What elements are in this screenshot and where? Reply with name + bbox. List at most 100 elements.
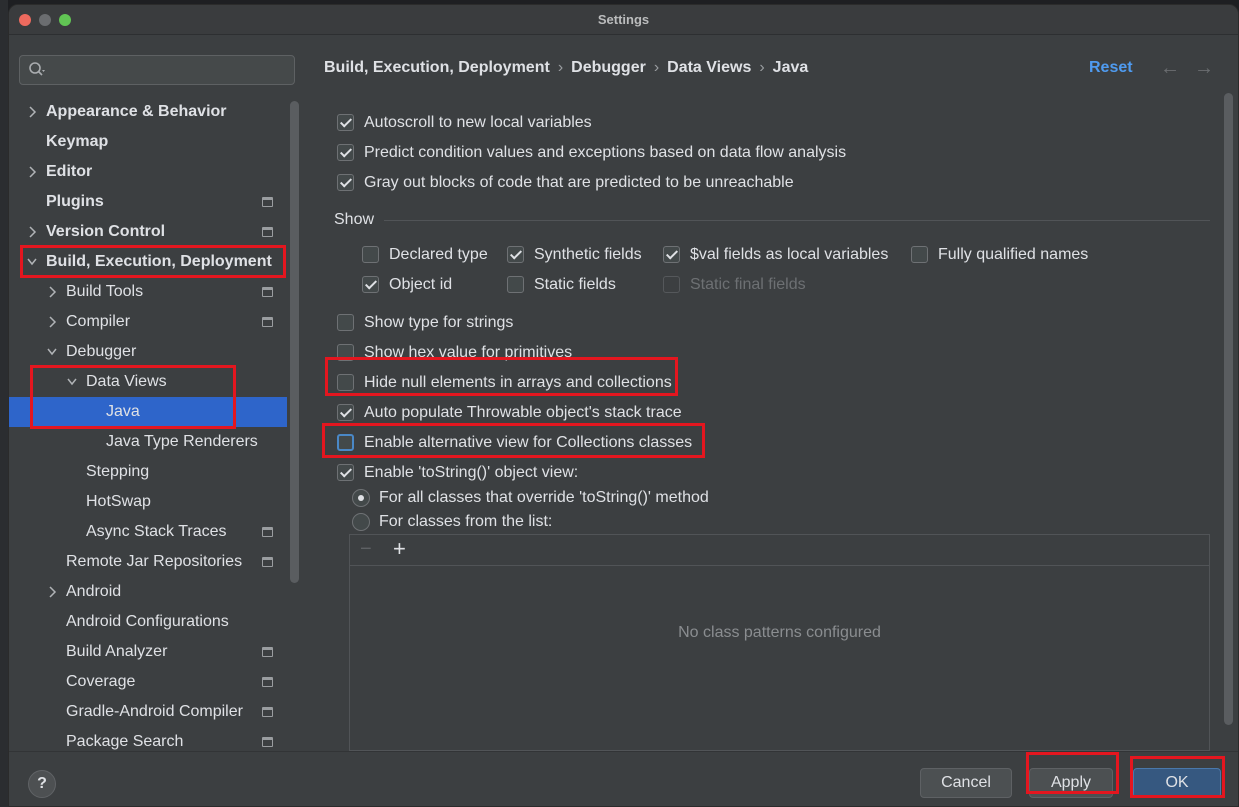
sidebar-item-build-execution-deployment[interactable]: Build, Execution, Deployment xyxy=(9,247,287,277)
checkbox-label: Static final fields xyxy=(690,276,806,293)
sidebar-item-keymap[interactable]: Keymap xyxy=(9,127,287,157)
checkbox[interactable] xyxy=(663,246,680,263)
sidebar-item-label: Build, Execution, Deployment xyxy=(46,253,272,270)
sidebar-item-java-type-renderers[interactable]: Java Type Renderers xyxy=(9,427,287,457)
sidebar-item-remote-jar-repositories[interactable]: Remote Jar Repositories xyxy=(9,547,287,577)
sidebar-item-label: Version Control xyxy=(46,223,166,240)
sidebar-item-version-control[interactable]: Version Control xyxy=(9,217,287,247)
help-button[interactable]: ? xyxy=(28,770,56,798)
add-pattern-icon[interactable]: + xyxy=(393,536,406,562)
sidebar-item-stepping[interactable]: Stepping xyxy=(9,457,287,487)
checkbox-label: Declared type xyxy=(389,246,488,263)
breadcrumb: Build, Execution, Deployment › Debugger › Da… xyxy=(324,59,808,77)
checkbox[interactable] xyxy=(362,276,379,293)
chevron-down-icon[interactable] xyxy=(25,247,39,277)
search-icon xyxy=(29,62,45,76)
sidebar-item-plugins[interactable]: Plugins xyxy=(9,187,287,217)
sidebar-item-label: Java Type Renderers xyxy=(106,433,258,450)
sidebar-item-label: Editor xyxy=(46,163,93,180)
back-arrow-icon[interactable]: ← xyxy=(1160,57,1180,80)
chevron-down-icon[interactable] xyxy=(65,367,79,397)
chevron-right-icon[interactable] xyxy=(45,577,59,607)
sidebar-item-package-search[interactable]: Package Search xyxy=(9,727,287,751)
sidebar-item-debugger[interactable]: Debugger xyxy=(9,337,287,367)
search-input[interactable] xyxy=(19,55,295,85)
project-level-icon xyxy=(262,317,273,327)
checkbox[interactable] xyxy=(663,276,680,293)
cancel-button[interactable]: Cancel xyxy=(920,768,1012,798)
settings-content: Build, Execution, Deployment › Debugger › Da… xyxy=(306,35,1238,751)
sidebar-item-label: HotSwap xyxy=(86,493,151,510)
breadcrumb-separator-icon: › xyxy=(759,59,765,76)
title-bar: Settings xyxy=(9,5,1238,35)
sidebar-item-async-stack-traces[interactable]: Async Stack Traces xyxy=(9,517,287,547)
sidebar-item-label: Android xyxy=(66,583,122,600)
sidebar-item-android-configurations[interactable]: Android Configurations xyxy=(9,607,287,637)
checkbox[interactable] xyxy=(337,114,354,131)
sidebar-item-editor[interactable]: Editor xyxy=(9,157,287,187)
checkbox[interactable] xyxy=(362,246,379,263)
checkbox-label: Gray out blocks of code that are predict… xyxy=(364,174,794,191)
checkbox[interactable] xyxy=(337,464,354,481)
breadcrumb-item[interactable]: Data Views xyxy=(667,59,751,76)
class-patterns-list[interactable]: − + No class patterns configured xyxy=(349,534,1210,751)
checkbox-label: Fully qualified names xyxy=(938,246,1089,263)
checkbox[interactable] xyxy=(911,246,928,263)
radio-button[interactable] xyxy=(352,489,370,507)
checkbox-label: Predict condition values and exceptions … xyxy=(364,144,847,161)
checkbox[interactable] xyxy=(337,144,354,161)
chevron-down-icon[interactable] xyxy=(45,337,59,367)
settings-sidebar: Appearance & Behavior Keymap Editor Plugins… xyxy=(9,35,306,751)
checkbox[interactable] xyxy=(337,344,354,361)
breadcrumb-separator-icon: › xyxy=(557,59,564,76)
checkbox[interactable] xyxy=(507,246,524,263)
show-section-title: Show xyxy=(334,211,375,228)
radio-button[interactable] xyxy=(352,513,370,531)
sidebar-item-label: Plugins xyxy=(46,193,104,210)
sidebar-item-hotswap[interactable]: HotSwap xyxy=(9,487,287,517)
section-divider xyxy=(384,220,1210,221)
checkbox-label: Enable 'toString()' object view: xyxy=(364,464,579,481)
empty-list-message: No class patterns configured xyxy=(678,624,881,641)
sidebar-item-gradle-android-compiler[interactable]: Gradle-Android Compiler xyxy=(9,697,287,727)
content-scrollbar[interactable] xyxy=(1224,93,1233,725)
sidebar-scrollbar[interactable] xyxy=(290,101,299,583)
chevron-right-icon[interactable] xyxy=(25,157,39,187)
ok-button[interactable]: OK xyxy=(1133,768,1221,798)
checkbox-label: Show hex value for primitives xyxy=(364,344,573,361)
sidebar-item-label: Data Views xyxy=(86,373,167,390)
forward-arrow-icon[interactable]: → xyxy=(1194,57,1214,80)
checkbox[interactable] xyxy=(337,374,354,391)
chevron-right-icon[interactable] xyxy=(25,97,39,127)
project-level-icon xyxy=(262,707,273,717)
project-level-icon xyxy=(262,557,273,567)
remove-pattern-icon[interactable]: − xyxy=(360,538,372,561)
background-window-edge xyxy=(0,0,8,807)
settings-dialog: Settings Appearance & Behavior Keymap Edit… xyxy=(8,4,1239,807)
apply-button[interactable]: Apply xyxy=(1029,768,1113,798)
chevron-right-icon[interactable] xyxy=(25,217,39,247)
breadcrumb-item[interactable]: Java xyxy=(773,59,809,76)
chevron-right-icon[interactable] xyxy=(45,307,59,337)
breadcrumb-item[interactable]: Debugger xyxy=(571,59,646,76)
checkbox[interactable] xyxy=(337,174,354,191)
sidebar-item-label: Debugger xyxy=(66,343,137,360)
sidebar-item-appearance-behavior[interactable]: Appearance & Behavior xyxy=(9,97,287,127)
chevron-right-icon[interactable] xyxy=(45,277,59,307)
sidebar-item-build-analyzer[interactable]: Build Analyzer xyxy=(9,637,287,667)
dialog-footer: ? Cancel Apply OK xyxy=(9,751,1238,806)
checkbox[interactable] xyxy=(337,434,354,451)
sidebar-item-compiler[interactable]: Compiler xyxy=(9,307,287,337)
checkbox-label: Show type for strings xyxy=(364,314,514,331)
sidebar-item-label: Android Configurations xyxy=(66,613,229,630)
sidebar-item-coverage[interactable]: Coverage xyxy=(9,667,287,697)
sidebar-item-java[interactable]: Java xyxy=(9,397,287,427)
breadcrumb-item[interactable]: Build, Execution, Deployment xyxy=(324,59,550,76)
sidebar-item-build-tools[interactable]: Build Tools xyxy=(9,277,287,307)
checkbox[interactable] xyxy=(337,314,354,331)
checkbox[interactable] xyxy=(507,276,524,293)
sidebar-item-android[interactable]: Android xyxy=(9,577,287,607)
reset-link[interactable]: Reset xyxy=(1089,59,1133,77)
checkbox[interactable] xyxy=(337,404,354,421)
sidebar-item-data-views[interactable]: Data Views xyxy=(9,367,287,397)
